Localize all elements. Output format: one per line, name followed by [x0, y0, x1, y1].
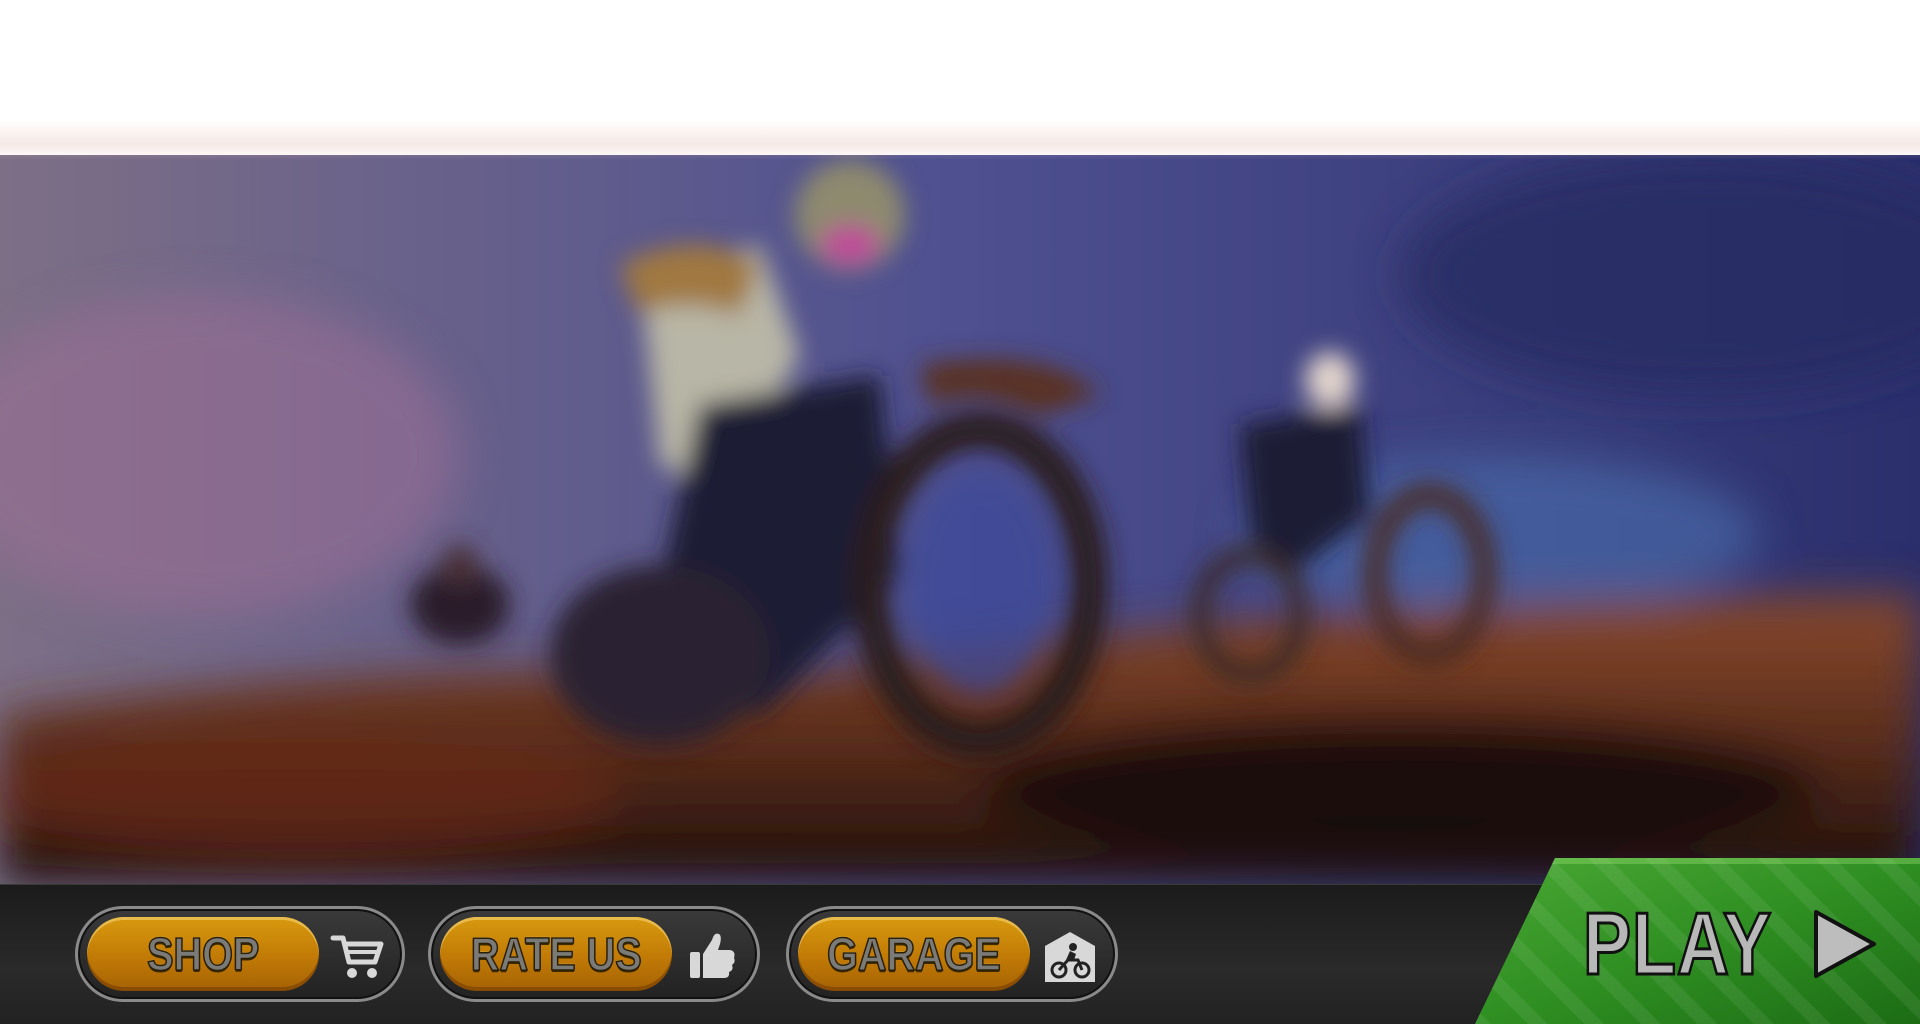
garage-button-pill: GARAGE: [798, 917, 1030, 991]
scene-top-fade: [0, 120, 1920, 160]
background-art: [0, 155, 1920, 885]
shopping-cart-icon: [328, 927, 386, 985]
garage-button[interactable]: GARAGE: [786, 906, 1118, 1002]
rate-us-button[interactable]: RATE US: [428, 906, 760, 1002]
shop-button-pill: SHOP: [87, 917, 319, 991]
background-scene: [0, 155, 1920, 885]
rate-us-button-pill: RATE US: [440, 917, 672, 991]
thumbs-up-icon: [683, 927, 741, 985]
garage-motorbike-icon: [1041, 927, 1099, 985]
garage-button-label: GARAGE: [827, 927, 1002, 981]
game-main-menu: SHOP RATE US GARAGE PLAY: [0, 0, 1920, 1024]
shop-button-label: SHOP: [146, 927, 260, 981]
play-triangle-icon: [1810, 906, 1880, 982]
rate-us-button-label: RATE US: [470, 927, 642, 981]
play-button-label: PLAY: [1582, 894, 1773, 993]
shop-button[interactable]: SHOP: [75, 906, 405, 1002]
